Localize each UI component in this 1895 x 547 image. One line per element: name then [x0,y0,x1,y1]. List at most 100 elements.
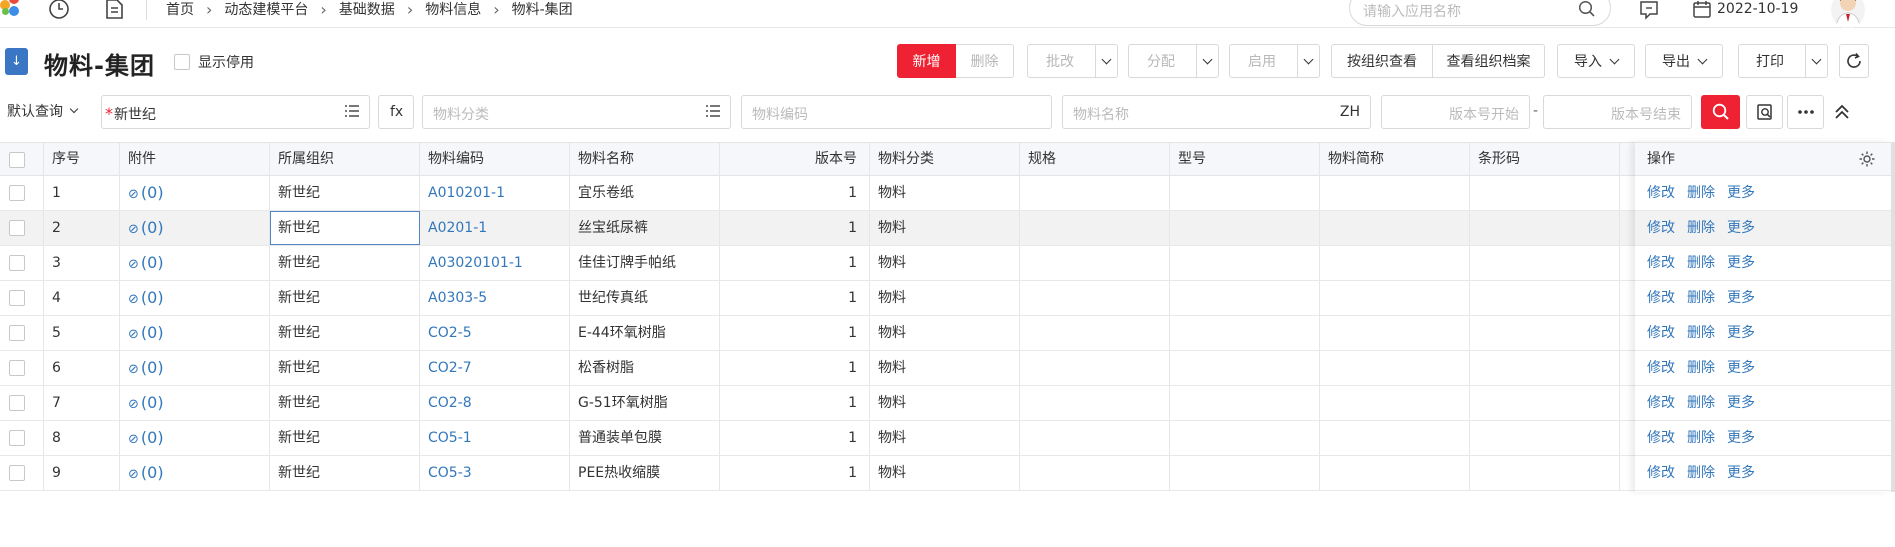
cell-attachment[interactable]: ⊘ (0) [120,421,270,455]
delete-link[interactable]: 删除 [1687,351,1715,385]
assign-button[interactable]: 分配 [1128,44,1219,78]
column-header-no[interactable]: 序号 [44,143,120,177]
delete-button[interactable]: 删除 [956,44,1014,78]
collapse-up-icon[interactable] [1831,100,1853,124]
edit-link[interactable]: 修改 [1647,176,1675,210]
query-search-button[interactable] [1701,95,1740,129]
cell-code[interactable]: A0303-5 [420,281,570,315]
refresh-button[interactable] [1839,44,1869,78]
paperclip-icon[interactable]: ⊘ [128,187,139,202]
show-disabled-checkbox[interactable] [174,54,190,70]
attachment-count[interactable]: (0) [141,463,164,482]
column-header-category[interactable]: 物料分类 [870,143,1020,177]
new-button[interactable]: 新增 [897,44,956,78]
cell-code[interactable]: CO2-5 [420,316,570,350]
attachment-count[interactable]: (0) [141,218,164,237]
more-link[interactable]: 更多 [1727,316,1755,350]
row-checkbox[interactable] [9,360,25,376]
cell-code[interactable]: A0201-1 [420,211,570,245]
paperclip-icon[interactable]: ⊘ [128,467,139,482]
message-icon[interactable] [1639,0,1659,20]
column-settings-icon[interactable] [1858,150,1876,168]
more-link[interactable]: 更多 [1727,176,1755,210]
column-header-attachment[interactable]: 附件 [120,143,270,177]
attachment-count[interactable]: (0) [141,253,164,272]
app-logo-icon[interactable] [0,0,26,20]
chevron-down-icon[interactable] [1805,45,1827,77]
cell-code[interactable]: A03020101-1 [420,246,570,280]
view-by-org-button[interactable]: 按组织查看 [1331,44,1433,78]
select-all-checkbox[interactable] [9,152,25,168]
vertical-scrollbar[interactable] [1891,142,1895,492]
import-button[interactable]: 导入 [1557,44,1635,78]
row-checkbox[interactable] [9,430,25,446]
language-switch[interactable]: ZH [1340,104,1360,120]
delete-link[interactable]: 删除 [1687,421,1715,455]
paperclip-icon[interactable]: ⊘ [128,432,139,447]
more-link[interactable]: 更多 [1727,351,1755,385]
breadcrumb-material-info[interactable]: 物料信息 [425,0,481,20]
cell-attachment[interactable]: ⊘ (0) [120,246,270,280]
paperclip-icon[interactable]: ⊘ [128,327,139,342]
fx-button[interactable]: fx [378,95,414,129]
show-disabled-toggle[interactable]: 显示停用 [174,52,254,72]
search-icon[interactable] [1578,0,1596,18]
row-checkbox[interactable] [9,395,25,411]
cell-code[interactable]: CO2-8 [420,386,570,420]
cell-attachment[interactable]: ⊘ (0) [120,351,270,385]
enable-button[interactable]: 启用 [1229,44,1320,78]
more-link[interactable]: 更多 [1727,421,1755,455]
more-link[interactable]: 更多 [1727,456,1755,490]
cell-attachment[interactable]: ⊘ (0) [120,456,270,490]
paperclip-icon[interactable]: ⊘ [128,397,139,412]
material-category-field[interactable]: 物料分类 [422,95,731,129]
delete-link[interactable]: 删除 [1687,386,1715,420]
column-header-version[interactable]: 版本号 [720,143,870,177]
edit-link[interactable]: 修改 [1647,421,1675,455]
cell-attachment[interactable]: ⊘ (0) [120,281,270,315]
column-header-model[interactable]: 型号 [1170,143,1320,177]
column-header-code[interactable]: 物料编码 [420,143,570,177]
paperclip-icon[interactable]: ⊘ [128,292,139,307]
table-row[interactable]: 1 ⊘ (0) 新世纪 A010201-1 宜乐卷纸 1 物料 [0,176,1895,211]
list-icon[interactable] [706,105,720,117]
more-link[interactable]: 更多 [1727,246,1755,280]
attachment-count[interactable]: (0) [141,323,164,342]
history-icon[interactable] [48,0,70,20]
attachment-count[interactable]: (0) [141,393,164,412]
column-header-org[interactable]: 所属组织 [270,143,420,177]
breadcrumb-home[interactable]: 首页 [166,0,194,20]
edit-link[interactable]: 修改 [1647,351,1675,385]
row-checkbox[interactable] [9,290,25,306]
more-link[interactable]: 更多 [1727,386,1755,420]
attachment-count[interactable]: (0) [141,183,164,202]
edit-link[interactable]: 修改 [1647,246,1675,280]
table-row[interactable]: 4 ⊘ (0) 新世纪 A0303-5 世纪传真纸 1 物料 [0,281,1895,316]
table-row[interactable]: 7 ⊘ (0) 新世纪 CO2-8 G-51环氧树脂 1 物料 [0,386,1895,421]
table-row[interactable]: 5 ⊘ (0) 新世纪 CO2-5 E-44环氧树脂 1 物料 [0,316,1895,351]
breadcrumb-basic-data[interactable]: 基础数据 [339,0,395,20]
version-start-field[interactable]: 版本号开始 [1381,95,1530,129]
attachment-count[interactable]: (0) [141,288,164,307]
export-button[interactable]: 导出 [1645,44,1723,78]
breadcrumb-modeling-platform[interactable]: 动态建模平台 [224,0,308,20]
table-row[interactable]: 6 ⊘ (0) 新世纪 CO2-7 松香树脂 1 物料 [0,351,1895,386]
org-field[interactable]: * 新世纪 [101,95,370,129]
list-icon[interactable] [345,105,359,117]
document-icon[interactable] [104,0,126,20]
table-row[interactable]: 2 ⊘ (0) 新世纪 A0201-1 丝宝纸尿裤 1 物料 [0,211,1895,246]
paperclip-icon[interactable]: ⊘ [128,222,139,237]
row-checkbox[interactable] [9,185,25,201]
table-row[interactable]: 8 ⊘ (0) 新世纪 CO5-1 普通装单包膜 1 物料 [0,421,1895,456]
download-icon[interactable]: ↓ [5,48,28,75]
delete-link[interactable]: 删除 [1687,246,1715,280]
table-row[interactable]: 3 ⊘ (0) 新世纪 A03020101-1 佳佳订牌手帕纸 1 物料 [0,246,1895,281]
row-checkbox[interactable] [9,325,25,341]
version-end-field[interactable]: 版本号结束 [1543,95,1692,129]
row-checkbox[interactable] [9,465,25,481]
column-header-barcode[interactable]: 条形码 [1470,143,1620,177]
edit-link[interactable]: 修改 [1647,386,1675,420]
column-header-spec[interactable]: 规格 [1020,143,1170,177]
attachment-count[interactable]: (0) [141,428,164,447]
edit-link[interactable]: 修改 [1647,316,1675,350]
